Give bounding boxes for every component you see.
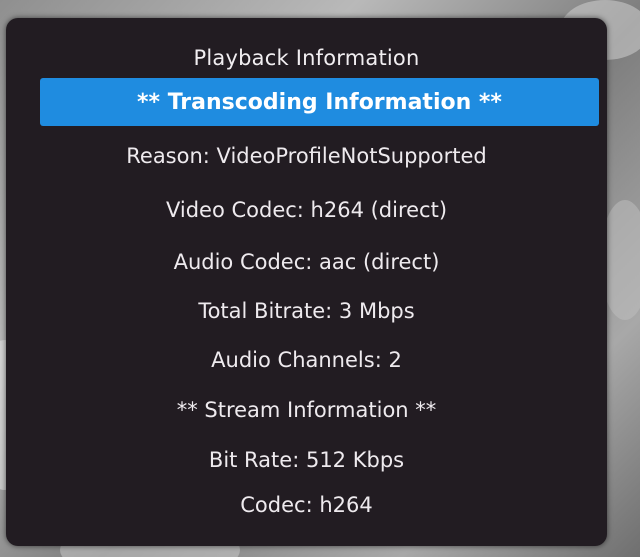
- bit-rate-line: Bit Rate: 512 Kbps: [208, 448, 405, 472]
- transcoding-information-item[interactable]: ** Transcoding Information **: [40, 78, 599, 126]
- video-codec-line: Video Codec: h264 (direct): [165, 198, 448, 222]
- reason-line: Reason: VideoProfileNotSupported: [126, 144, 487, 168]
- dialog-title: Playback Information: [193, 46, 420, 70]
- playback-info-dialog: Playback Information ** Transcoding Info…: [6, 18, 607, 546]
- audio-codec-line: Audio Codec: aac (direct): [173, 250, 440, 274]
- audio-channels-line: Audio Channels: 2: [211, 348, 402, 372]
- stream-codec-line: Codec: h264: [240, 493, 373, 517]
- total-bitrate-line: Total Bitrate: 3 Mbps: [198, 299, 415, 323]
- stream-information-header: ** Stream Information **: [176, 398, 437, 422]
